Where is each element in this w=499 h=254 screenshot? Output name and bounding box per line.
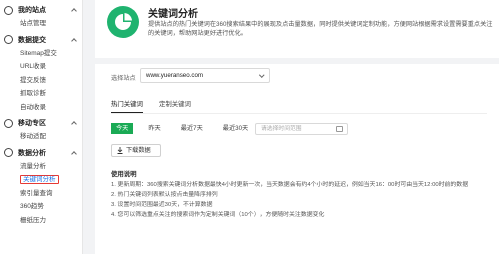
chevron-up-icon (71, 8, 77, 14)
keyword-tabs: 热门关键词 定制关键词 (111, 100, 207, 114)
chevron-up-icon (71, 150, 77, 157)
chevron-down-icon (258, 72, 264, 78)
tab-divider (111, 113, 487, 114)
sidebar-section-my-sites[interactable]: 我的站点 (0, 3, 82, 17)
sidebar-section-data-analysis[interactable]: 数据分析 (0, 146, 82, 160)
sidebar-item-360-trend[interactable]: 360趋势 (0, 200, 82, 214)
filter-yesterday[interactable]: 昨天 (143, 123, 165, 134)
sidebar-item-label: 关键词分析 (20, 175, 59, 184)
site-select-value: www.yueranseo.com (146, 72, 204, 79)
sidebar-section-title: 移动专区 (18, 120, 46, 127)
date-filters: 今天 昨天 最近7天 最近30天 (111, 123, 263, 134)
chevron-up-icon (71, 37, 77, 44)
site-select-label: 选择站点 (111, 75, 136, 82)
page-title: 关键词分析 (148, 9, 198, 20)
sidebar-item-traffic[interactable]: 流量分析 (0, 160, 82, 174)
sidebar-item-sitemap[interactable]: Sitemap提交 (0, 47, 82, 61)
mobile-icon (4, 118, 13, 128)
page-header: 关键词分析 提供站点的热门关键词在360搜索结果中的展现及点击量数据，同时提供关… (95, 0, 499, 58)
calendar-icon (336, 126, 343, 132)
upload-icon (4, 35, 13, 44)
sidebar-item-mobile-adapt[interactable]: 移动适配 (0, 130, 82, 144)
usage-notes: 1. 更新周期：360搜索关键词分析数据最快4小时更新一次，当天数据会有约4个小… (111, 180, 491, 220)
chart-icon (4, 148, 13, 157)
usage-notes-title: 使用说明 (111, 171, 137, 178)
pie-chart-icon (107, 6, 139, 38)
home-icon (4, 5, 13, 15)
sidebar-section-data-submit[interactable]: 数据提交 (0, 33, 82, 47)
site-select[interactable]: www.yueranseo.com (140, 68, 270, 83)
sidebar-item-feedback[interactable]: 提交反馈 (0, 74, 82, 88)
sidebar-item-url-index[interactable]: URL收录 (0, 60, 82, 74)
date-range-placeholder: 请选择时间范围 (261, 126, 302, 132)
download-button[interactable]: 下载数据 (111, 144, 161, 157)
sidebar-section-mobile[interactable]: 移动专区 (0, 116, 82, 130)
sidebar: 我的站点 站点管理 数据提交 Sitemap提交 URL收录 提交反馈 抓取诊断… (0, 0, 83, 254)
sidebar-section-title: 我的站点 (18, 7, 46, 14)
filter-last-30-days[interactable]: 最近30天 (218, 123, 253, 134)
keyword-panel: 选择站点 www.yueranseo.com 热门关键词 定制关键词 今天 昨天… (95, 64, 499, 254)
filter-today[interactable]: 今天 (111, 123, 134, 134)
page-description: 提供站点的热门关键词在360搜索结果中的展现及点击量数据，同时提供关键词定制功能… (148, 21, 493, 37)
usage-note: 1. 更新周期：360搜索关键词分析数据最快4小时更新一次，当天数据会有约4个小… (111, 182, 469, 188)
usage-note: 2. 热门关键词列表默认按点击量降序排列 (111, 192, 218, 198)
usage-note: 3. 设置时间范围最近30天，不计算数据 (111, 202, 213, 208)
sidebar-section-title: 数据提交 (18, 36, 46, 44)
sidebar-item-index-query[interactable]: 索引量查询 (0, 187, 82, 201)
usage-note: 4. 您可以筛选重点关注的搜索词作为定制关键词（10个），方便随时关注数据变化 (111, 212, 325, 218)
download-icon (117, 147, 123, 154)
date-range-input[interactable]: 请选择时间范围 (255, 123, 348, 135)
sidebar-item-site-management[interactable]: 站点管理 (0, 17, 82, 31)
sidebar-item-auto-index[interactable]: 自动收录 (0, 101, 82, 115)
download-label: 下载数据 (126, 147, 151, 154)
tab-hot-keywords[interactable]: 热门关键词 (111, 100, 143, 113)
sidebar-section-title: 数据分析 (18, 149, 46, 157)
filter-last-7-days[interactable]: 最近7天 (176, 123, 208, 134)
sidebar-item-crawl-pressure[interactable]: 栅纸压力 (0, 214, 82, 228)
sidebar-item-crawl-diagnosis[interactable]: 抓取诊断 (0, 87, 82, 101)
chevron-up-icon (71, 121, 77, 127)
tab-custom-keywords[interactable]: 定制关键词 (159, 100, 191, 113)
sidebar-item-keyword-analysis[interactable]: 关键词分析 (0, 173, 82, 187)
